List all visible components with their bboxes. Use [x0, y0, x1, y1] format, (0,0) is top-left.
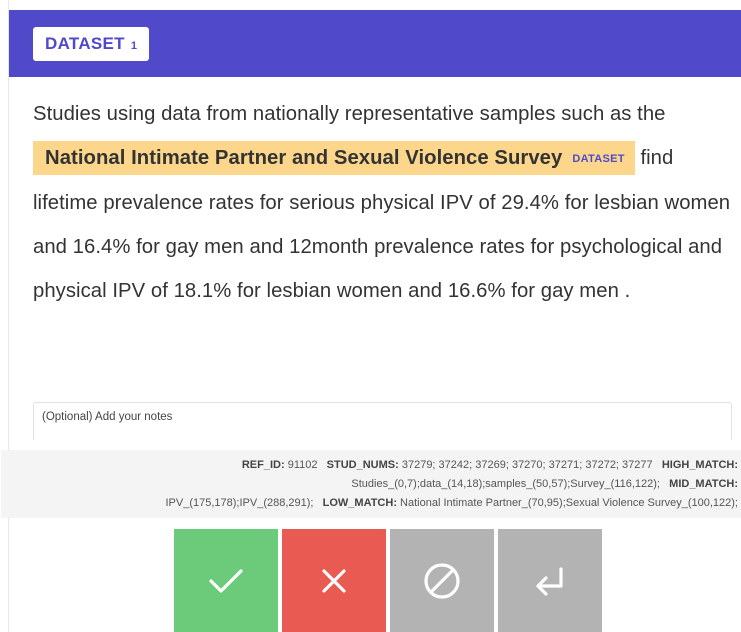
check-icon: [209, 568, 243, 593]
annotation-text: Studies using data from nationally repre…: [33, 92, 733, 313]
ignore-button[interactable]: [390, 529, 494, 632]
notes-field[interactable]: (Optional) Add your notes: [33, 402, 732, 440]
label-header: DATASET 1: [9, 10, 741, 77]
x-icon: [322, 568, 346, 593]
undo-icon: [536, 566, 563, 596]
stud-nums-value: 37279; 37242; 37269; 37270; 37271; 37272…: [401, 459, 653, 471]
ref-id-label: REF_ID:: [241, 459, 285, 471]
mid-match-value: IPV_(175,178);IPV_(288,291);: [165, 497, 314, 509]
annotation-card: DATASET 1 Studies using data from nation…: [1, 0, 741, 632]
meta-row-3: IPV_(175,178);IPV_(288,291); LOW_MATCH: …: [1, 494, 738, 513]
high-match-value: Studies_(0,7);data_(14,18);samples_(50,5…: [351, 478, 660, 490]
metadata-panel: REF_ID: 91102 STUD_NUMS: 37279; 37242; 3…: [1, 450, 741, 518]
label-name: DATASET: [45, 34, 125, 53]
meta-row-1: REF_ID: 91102 STUD_NUMS: 37279; 37242; 3…: [1, 456, 738, 475]
notes-placeholder: (Optional) Add your notes: [42, 411, 173, 423]
low-match-label: LOW_MATCH:: [322, 497, 397, 509]
app-frame: DATASET 1 Studies using data from nation…: [0, 0, 741, 632]
ref-id-value: 91102: [287, 459, 318, 471]
label-shortcut-number: 1: [130, 40, 137, 52]
span-label: DATASET: [572, 153, 625, 165]
highlighted-span[interactable]: National Intimate Partner and Sexual Vio…: [33, 141, 635, 175]
highlighted-text: National Intimate Partner and Sexual Vio…: [45, 147, 563, 169]
dataset-label-chip[interactable]: DATASET 1: [33, 27, 149, 61]
ignore-icon: [424, 562, 460, 599]
meta-row-2: Studies_(0,7);data_(14,18);samples_(50,5…: [1, 475, 738, 494]
reject-button[interactable]: [282, 529, 386, 632]
stud-nums-label: STUD_NUMS:: [326, 459, 399, 471]
action-bar: [169, 529, 607, 632]
mid-match-label: MID_MATCH:: [669, 478, 738, 490]
undo-button[interactable]: [498, 529, 602, 632]
accept-button[interactable]: [174, 529, 278, 632]
low-match-value: National Intimate Partner_(70,95);Sexual…: [400, 497, 738, 509]
text-before: Studies using data from nationally repre…: [33, 103, 666, 125]
high-match-label: HIGH_MATCH:: [661, 459, 738, 471]
